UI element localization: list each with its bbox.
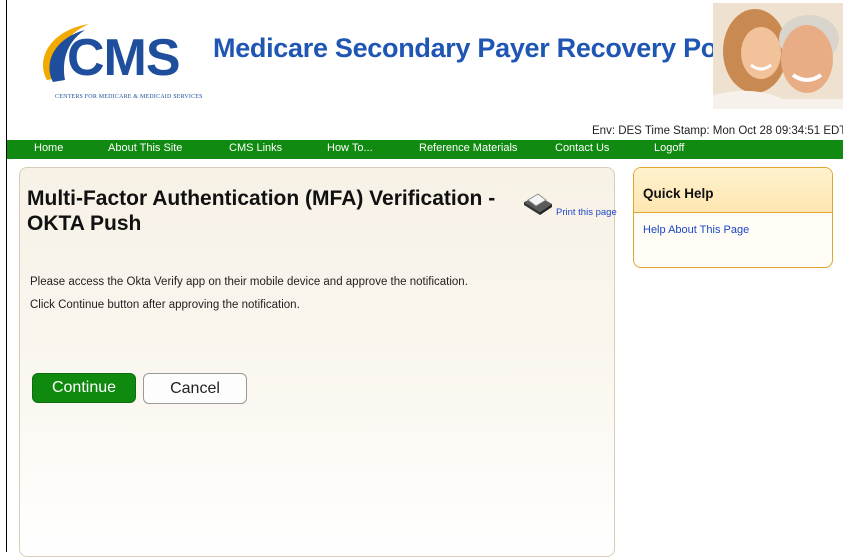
environment-timestamp: Env: DES Time Stamp: Mon Oct 28 09:34:51… — [592, 125, 843, 137]
nav-how-to[interactable]: How To... — [327, 142, 373, 154]
cancel-button[interactable]: Cancel — [143, 373, 247, 404]
portal-title: Medicare Secondary Payer Recovery Portal — [213, 33, 758, 63]
main-nav: Home About This Site CMS Links How To...… — [7, 140, 843, 159]
instruction-text-2: Click Continue button after approving th… — [30, 299, 300, 311]
nav-reference-materials[interactable]: Reference Materials — [419, 142, 517, 154]
nav-cms-links[interactable]: CMS Links — [229, 142, 282, 154]
page-title: Multi-Factor Authentication (MFA) Verifi… — [27, 187, 496, 235]
logo-subtitle: CENTERS FOR MEDICARE & MEDICAID SERVICES — [55, 94, 203, 100]
page-frame: CMS CENTERS FOR MEDICARE & MEDICAID SERV… — [6, 0, 843, 557]
logo-text: CMS — [67, 29, 181, 87]
print-page-link[interactable]: Print this page — [556, 207, 617, 218]
instruction-text-1: Please access the Okta Verify app on the… — [30, 276, 468, 288]
site-header: CMS CENTERS FOR MEDICARE & MEDICAID SERV… — [7, 0, 843, 140]
help-about-this-page-link[interactable]: Help About This Page — [643, 224, 749, 236]
nav-logoff[interactable]: Logoff — [654, 142, 684, 154]
nav-home[interactable]: Home — [34, 142, 63, 154]
printer-icon[interactable] — [520, 192, 556, 216]
header-photo — [713, 3, 843, 109]
cms-logo[interactable]: CMS CENTERS FOR MEDICARE & MEDICAID SERV… — [29, 18, 203, 100]
nav-about-this-site[interactable]: About This Site — [108, 142, 182, 154]
quick-help-panel: Quick Help Help About This Page — [633, 167, 833, 268]
couple-photo-illustration — [713, 3, 843, 109]
nav-contact-us[interactable]: Contact Us — [555, 142, 609, 154]
continue-button[interactable]: Continue — [32, 373, 136, 403]
quick-help-title: Quick Help — [643, 186, 714, 201]
